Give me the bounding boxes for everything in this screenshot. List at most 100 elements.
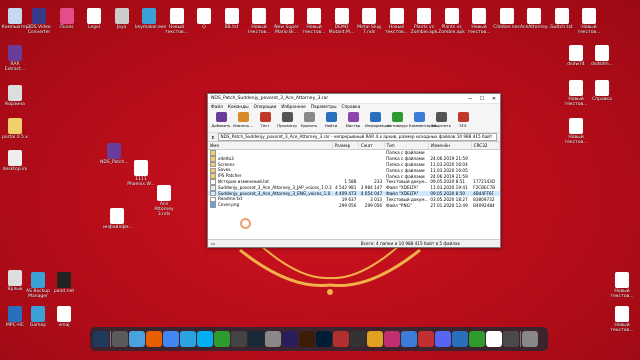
desktop-icon[interactable]: Новый текстов... <box>608 272 636 299</box>
menu-item[interactable]: Справка <box>341 105 360 110</box>
column-header[interactable]: Сжат <box>358 142 385 150</box>
desktop-icon[interactable]: Новый текстов... <box>562 118 590 145</box>
file-size: 299 056 <box>339 202 357 208</box>
video-icon[interactable] <box>418 331 434 347</box>
desktop-icon[interactable]: Gamep <box>24 306 52 328</box>
desktop-icon[interactable]: Новый текстов... <box>383 8 411 35</box>
desktop-icon[interactable]: RAR Extract... <box>1 45 29 72</box>
desktop-icon[interactable]: Q <box>190 8 218 30</box>
maximize-button[interactable]: ☐ <box>476 96 488 102</box>
settings-icon[interactable] <box>265 331 281 347</box>
menu-item[interactable]: Избранное <box>281 105 305 110</box>
toolbar-button[interactable]: SFX <box>453 112 473 131</box>
desktop-icon[interactable]: Новый текстов... <box>465 8 493 35</box>
desktop-icon[interactable]: Новый текстов... <box>575 8 603 35</box>
browser-icon[interactable] <box>401 331 417 347</box>
archive-path[interactable]: NDS_Patch_Suddenjy_povorot_3_Ace_Attorne… <box>217 133 497 141</box>
toolbar-button[interactable]: Найти <box>321 112 341 131</box>
column-header[interactable]: CRC32 <box>471 142 501 150</box>
desktop-icon[interactable]: Новый текстов... <box>608 306 636 333</box>
desktop-icon[interactable]: BB.txt <box>218 8 246 30</box>
file-crc: 4B44FF6F <box>473 190 494 196</box>
toolbar-button[interactable]: Удалить <box>299 112 319 131</box>
windows-icon[interactable] <box>93 331 109 347</box>
steam-icon[interactable] <box>248 331 264 347</box>
toolbar-button[interactable]: Тест <box>255 112 275 131</box>
desktop-icon[interactable]: Новый текстов... <box>300 8 328 35</box>
desktop-icon[interactable]: Switch.txt <box>548 8 576 30</box>
minimize-button[interactable]: — <box>464 96 476 102</box>
column-header[interactable]: Имя <box>208 142 333 150</box>
calendar-icon[interactable] <box>486 331 502 347</box>
desktop-icon[interactable]: инфайлфм... <box>103 208 133 230</box>
column-header[interactable]: Тип <box>384 142 429 150</box>
toolbar-button[interactable]: Просмотр <box>277 112 297 131</box>
desktop-icon[interactable]: DEMO Mutant M... <box>328 8 356 35</box>
desktop-icon[interactable]: paint.net <box>50 272 78 294</box>
firefox-icon[interactable] <box>146 331 162 347</box>
chrome-icon[interactable] <box>163 331 179 347</box>
menu-item[interactable]: Команды <box>228 105 249 110</box>
desktop-icon[interactable]: desktop.ini <box>1 150 29 172</box>
desktop-icon[interactable]: Legoi <box>80 8 108 30</box>
desktop-icon[interactable]: Новый текстов... <box>163 8 191 35</box>
media-icon[interactable] <box>367 331 383 347</box>
video-icon[interactable] <box>231 331 247 347</box>
desktop-icon[interactable]: iTunes <box>53 8 81 30</box>
utorrent-icon[interactable] <box>214 331 230 347</box>
desktop-icon[interactable]: Ace Attorney 3.nds <box>150 185 178 217</box>
menu-item[interactable]: Параметры <box>311 105 337 110</box>
file-row[interactable]: Suddenjy_povorot_3_Ace_Attorney_3_ENG_vo… <box>208 190 500 197</box>
desktop-icon[interactable]: Новый текстов... <box>245 8 273 35</box>
desktop-icon[interactable]: Корзина <box>1 85 29 107</box>
column-header[interactable]: Изменён <box>428 142 472 150</box>
toolbar-button[interactable]: Защитить <box>431 112 451 131</box>
desktop-icon[interactable]: 1111 Phoenix W... <box>127 160 155 187</box>
toolbar-button[interactable]: Антивирус <box>387 112 408 131</box>
desktop-icon[interactable]: 3DS Video Converter <box>25 8 53 35</box>
skype-icon[interactable] <box>197 331 213 347</box>
music-icon[interactable] <box>384 331 400 347</box>
app-icon[interactable] <box>112 331 128 347</box>
illustrator-icon[interactable] <box>299 331 315 347</box>
toolbar-button[interactable]: Информация <box>365 112 391 131</box>
desktop-icon[interactable]: Plants vs Zombie.apk <box>410 8 438 35</box>
app-icon[interactable] <box>452 331 468 347</box>
desktop-icon[interactable]: keymaker.exe <box>135 8 166 30</box>
desktop-icon[interactable]: Справка <box>588 80 616 102</box>
file-row[interactable]: Cover.png 299 056 299 056 Файл "PNG" 27.01.2… <box>208 202 500 208</box>
up-folder-icon[interactable]: ⬆ <box>211 135 215 140</box>
desktop-icon[interactable]: Новый текстов... <box>562 80 590 107</box>
player-icon[interactable] <box>350 331 366 347</box>
desktop-icon[interactable]: AceAttorney... <box>520 8 551 30</box>
desktop-icon[interactable]: Climber.nes <box>493 8 521 30</box>
desktop-icon[interactable]: Metal Slug 7.nds <box>355 8 383 35</box>
desktop-icon[interactable]: Jaya <box>108 8 136 30</box>
telegram-icon[interactable] <box>180 331 196 347</box>
desktop-icon[interactable]: vmaj <box>50 306 78 328</box>
finder-icon[interactable] <box>129 331 145 347</box>
desktop-icon[interactable]: NDS_Patch... <box>100 143 129 165</box>
menu-item[interactable]: Файл <box>211 105 223 110</box>
chart-icon[interactable] <box>469 331 485 347</box>
desktop-icon[interactable]: portal 0.5.x <box>1 118 29 140</box>
window-titlebar[interactable]: NDS_Patch_Suddenjy_povorot_3_Ace_Attorne… <box>208 94 500 104</box>
close-button[interactable]: ✕ <box>488 96 500 102</box>
desktop-icon[interactable]: dsdsdm... <box>588 45 616 67</box>
desktop-icon[interactable]: Plants vs Zombie.apk <box>438 8 466 35</box>
column-header[interactable]: Размер <box>332 142 359 150</box>
after-effects-icon[interactable] <box>282 331 298 347</box>
desktop-icon[interactable]: AS Backup Manager <box>24 272 52 299</box>
desktop-icon[interactable]: dsdw74 <box>562 45 590 67</box>
video-editor-icon[interactable] <box>333 331 349 347</box>
app-icon[interactable] <box>503 331 519 347</box>
menu-item[interactable]: Операции <box>254 105 277 110</box>
toolbar-button[interactable]: Комментарий <box>409 112 436 131</box>
toolbar-button[interactable]: Извлечь... <box>233 112 253 131</box>
desktop-icon[interactable]: New Super Mario Br... <box>273 8 301 35</box>
toolbar-button[interactable]: Мастер <box>343 112 363 131</box>
photoshop-icon[interactable] <box>316 331 332 347</box>
trash-icon[interactable] <box>522 331 538 347</box>
toolbar-button[interactable]: Добавить <box>211 112 231 131</box>
discord-icon[interactable] <box>435 331 451 347</box>
